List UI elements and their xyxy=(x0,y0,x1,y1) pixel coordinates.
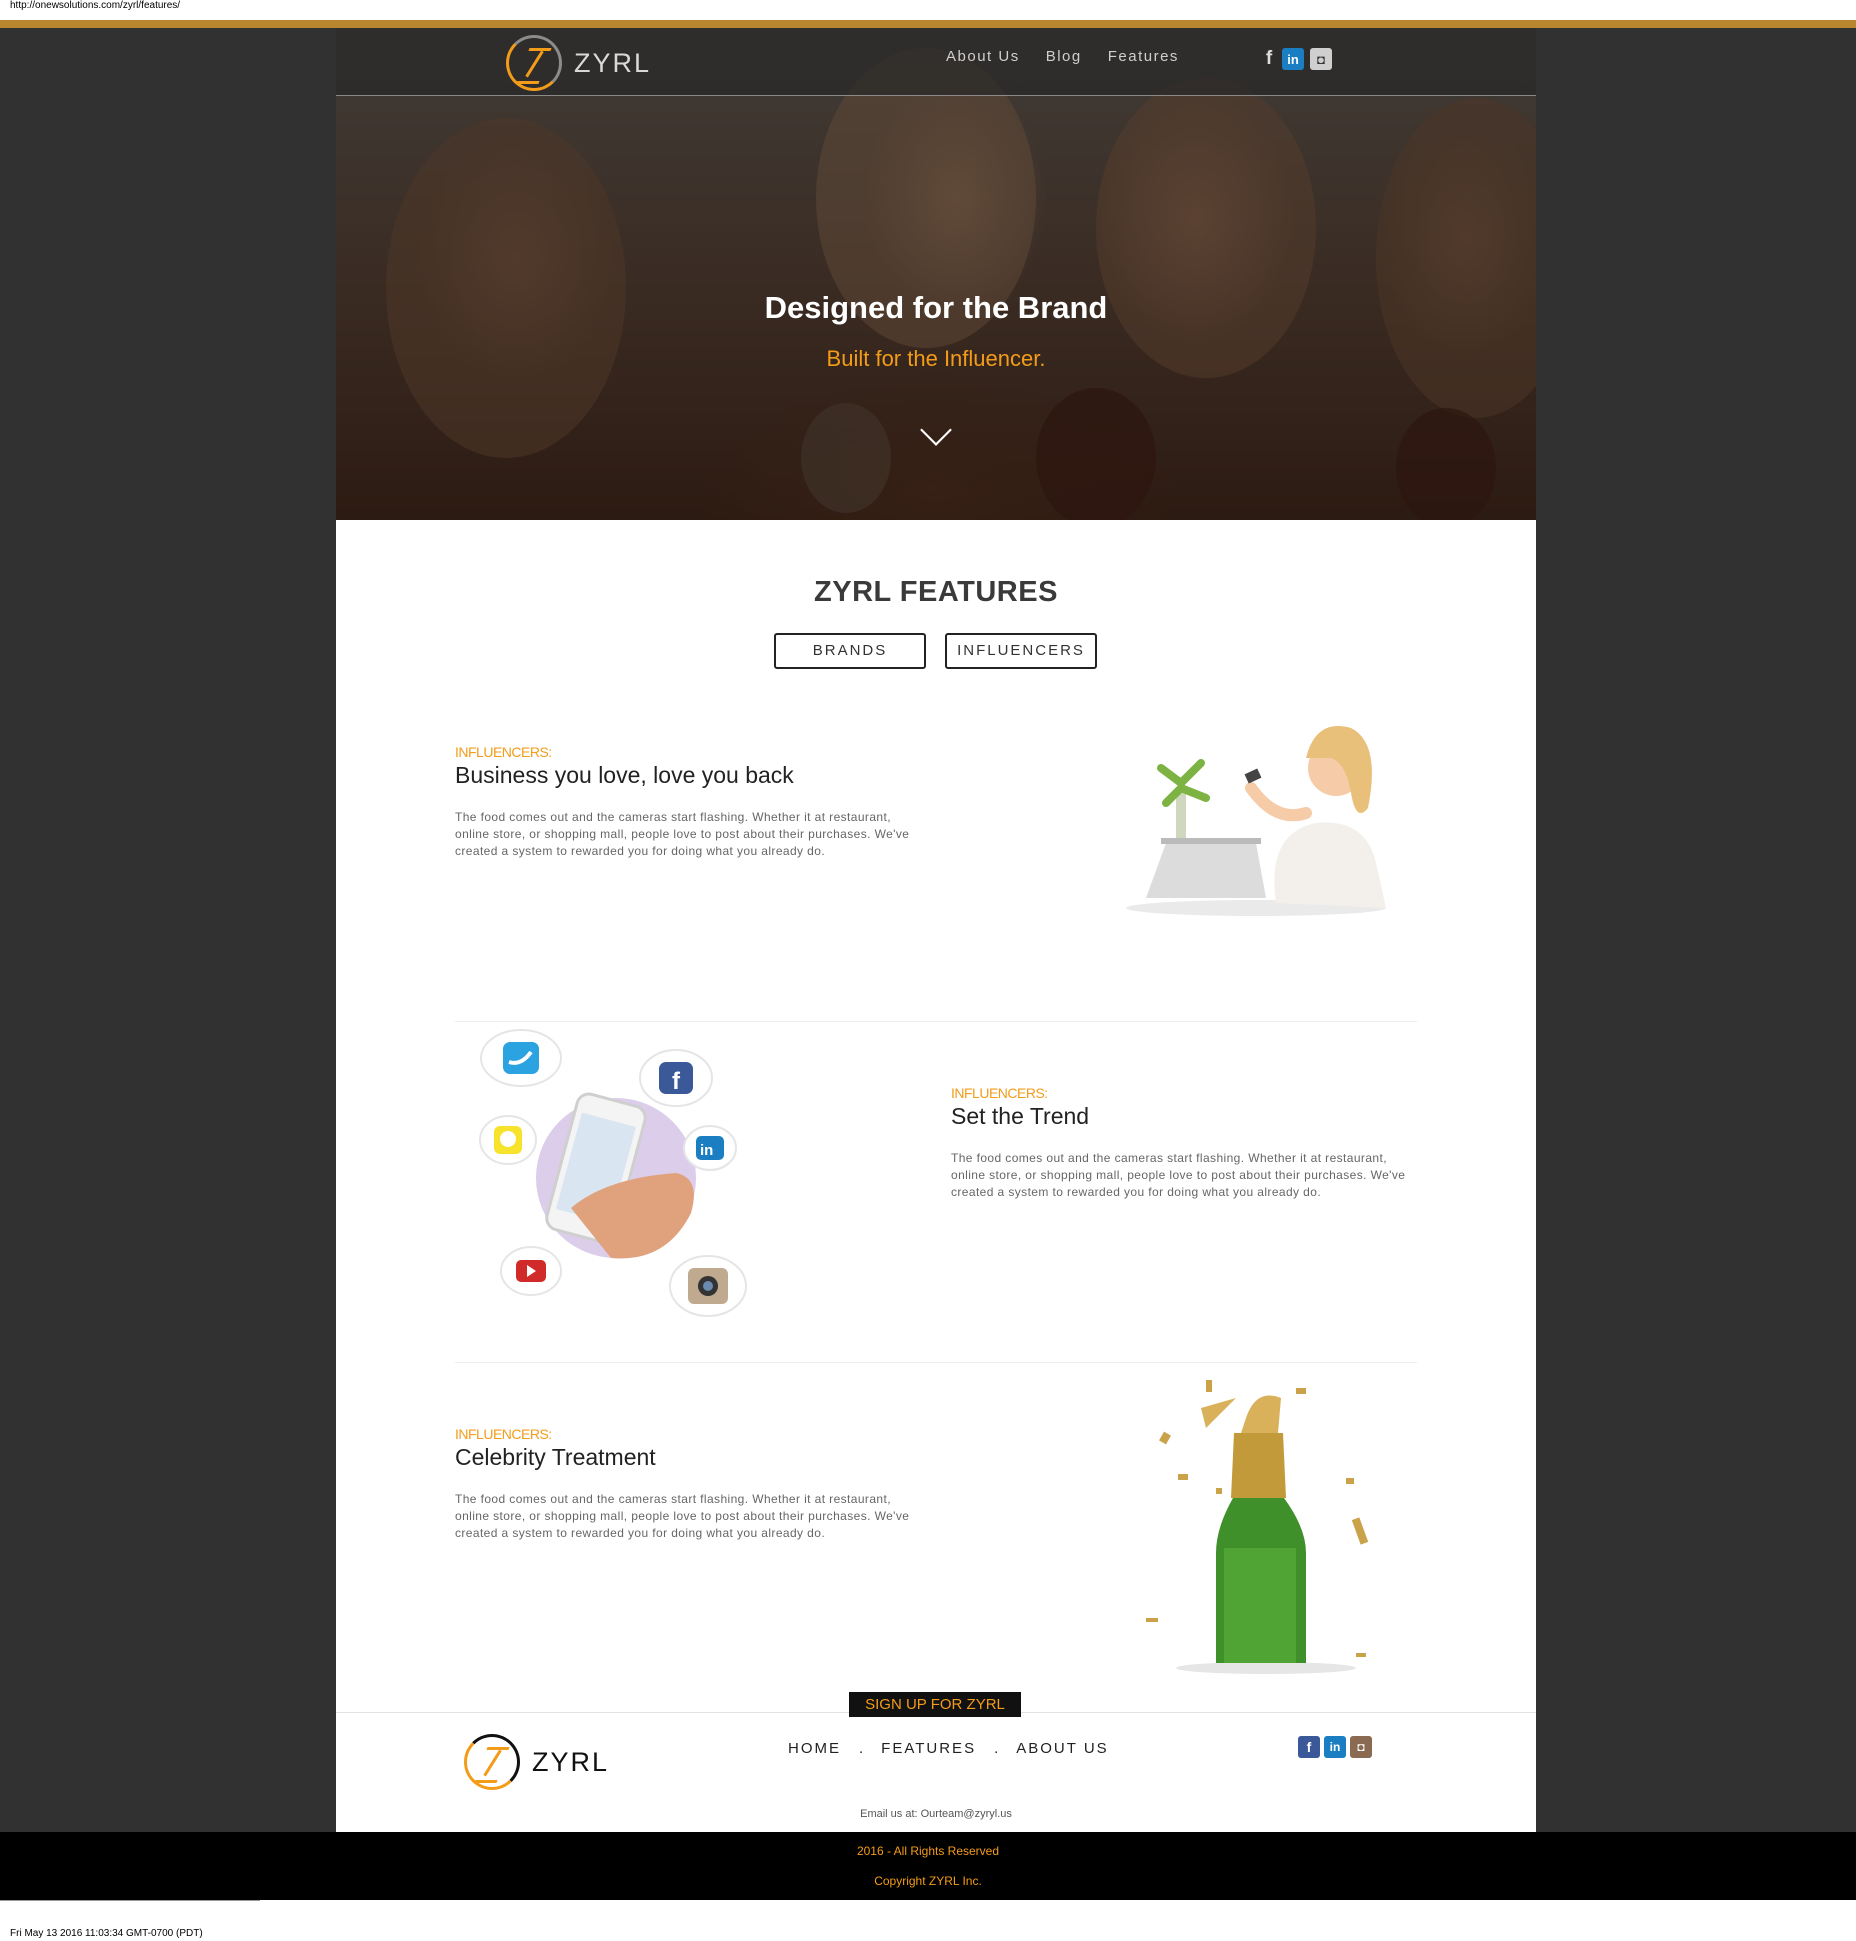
print-divider xyxy=(0,1900,260,1901)
tab-influencers[interactable]: INFLUENCERS xyxy=(945,633,1097,669)
youtube-icon xyxy=(500,1246,562,1296)
feature-body: The food comes out and the cameras start… xyxy=(951,1151,1406,1199)
feature-heading: Business you love, love you back xyxy=(455,762,794,788)
copyright-text: Copyright ZYRL Inc. xyxy=(874,1874,982,1888)
features-title: ZYRL FEATURES xyxy=(814,576,1058,608)
copyright-bar: 2016 - All Rights Reserved Copyright ZYR… xyxy=(0,1832,1856,1900)
print-date: Fri May 13 2016 11:03:34 GMT-0700 (PDT) xyxy=(10,1928,203,1939)
content-container: ZYRL About Us Blog Features f in ◘ Desig… xyxy=(336,28,1536,1832)
top-accent-bar xyxy=(0,20,1856,28)
section-divider xyxy=(455,1362,1417,1363)
instagram-icon[interactable]: ◘ xyxy=(1350,1736,1372,1758)
facebook-icon[interactable]: f xyxy=(1298,1736,1320,1758)
zyrl-logo-icon xyxy=(506,35,562,91)
woman-shopping-image xyxy=(1106,713,1406,918)
header-social-links: f in ◘ xyxy=(1262,48,1332,70)
footer-separator: . xyxy=(859,1740,864,1757)
nav-link-features[interactable]: Features xyxy=(1108,48,1179,65)
top-navigation: ZYRL About Us Blog Features f in ◘ xyxy=(336,28,1536,96)
instagram-icon[interactable]: ◘ xyxy=(1310,48,1332,70)
tab-brands[interactable]: BRANDS xyxy=(774,633,926,669)
linkedin-icon[interactable]: in xyxy=(1282,48,1304,70)
footer-link-home[interactable]: HOME xyxy=(788,1740,841,1757)
footer-link-about-us[interactable]: ABOUT US xyxy=(1016,1740,1108,1757)
hero-overlay xyxy=(336,28,1536,520)
social-phone-image: f in xyxy=(479,1029,747,1317)
instagram-icon xyxy=(669,1255,747,1317)
facebook-icon[interactable]: f xyxy=(1262,48,1276,70)
twitter-icon xyxy=(480,1029,562,1087)
page-background: ZYRL About Us Blog Features f in ◘ Desig… xyxy=(0,20,1856,1900)
nav-links: About Us Blog Features xyxy=(946,48,1179,65)
footer-social-links: f in ◘ xyxy=(1298,1736,1372,1758)
hero-subtitle: Built for the Influencer. xyxy=(826,346,1046,371)
footer-email[interactable]: Email us at: Ourteam@zyryl.us xyxy=(336,1808,1536,1820)
zyrl-logo-icon xyxy=(464,1734,520,1790)
feature-heading: Celebrity Treatment xyxy=(455,1444,656,1470)
snapchat-icon xyxy=(479,1115,537,1165)
hero-section: ZYRL About Us Blog Features f in ◘ Desig… xyxy=(336,28,1536,520)
nav-link-about-us[interactable]: About Us xyxy=(946,48,1020,65)
feature-label: INFLUENCERS: xyxy=(455,744,552,760)
linkedin-icon: in xyxy=(683,1125,737,1171)
hero-title: Designed for the Brand xyxy=(764,290,1108,325)
print-url: http://onewsolutions.com/zyrl/features/ xyxy=(10,0,181,11)
svg-text:in: in xyxy=(700,1142,713,1159)
svg-text:f: f xyxy=(672,1068,681,1095)
footer-logo-text: ZYRL xyxy=(532,1746,610,1777)
header-logo[interactable]: ZYRL xyxy=(506,35,651,91)
feature-body: The food comes out and the cameras start… xyxy=(455,810,910,858)
champagne-bottle-image xyxy=(1146,1380,1369,1674)
nav-link-blog[interactable]: Blog xyxy=(1046,48,1082,65)
footer-links: HOME . FEATURES . ABOUT US xyxy=(788,1740,1109,1757)
feature-label: INFLUENCERS: xyxy=(455,1426,552,1442)
footer-link-features[interactable]: FEATURES xyxy=(881,1740,976,1757)
footer-separator: . xyxy=(994,1740,999,1757)
feature-label: INFLUENCERS: xyxy=(951,1085,1048,1101)
header-logo-text: ZYRL xyxy=(574,47,652,78)
facebook-icon: f xyxy=(639,1049,713,1107)
linkedin-icon[interactable]: in xyxy=(1324,1736,1346,1758)
footer-logo[interactable]: ZYRL xyxy=(464,1734,609,1790)
section-divider xyxy=(455,1021,1417,1022)
feature-body: The food comes out and the cameras start… xyxy=(455,1492,910,1540)
rights-text: 2016 - All Rights Reserved xyxy=(856,1844,1000,1858)
feature-heading: Set the Trend xyxy=(951,1103,1090,1129)
signup-button[interactable]: SIGN UP FOR ZYRL xyxy=(849,1692,1021,1717)
